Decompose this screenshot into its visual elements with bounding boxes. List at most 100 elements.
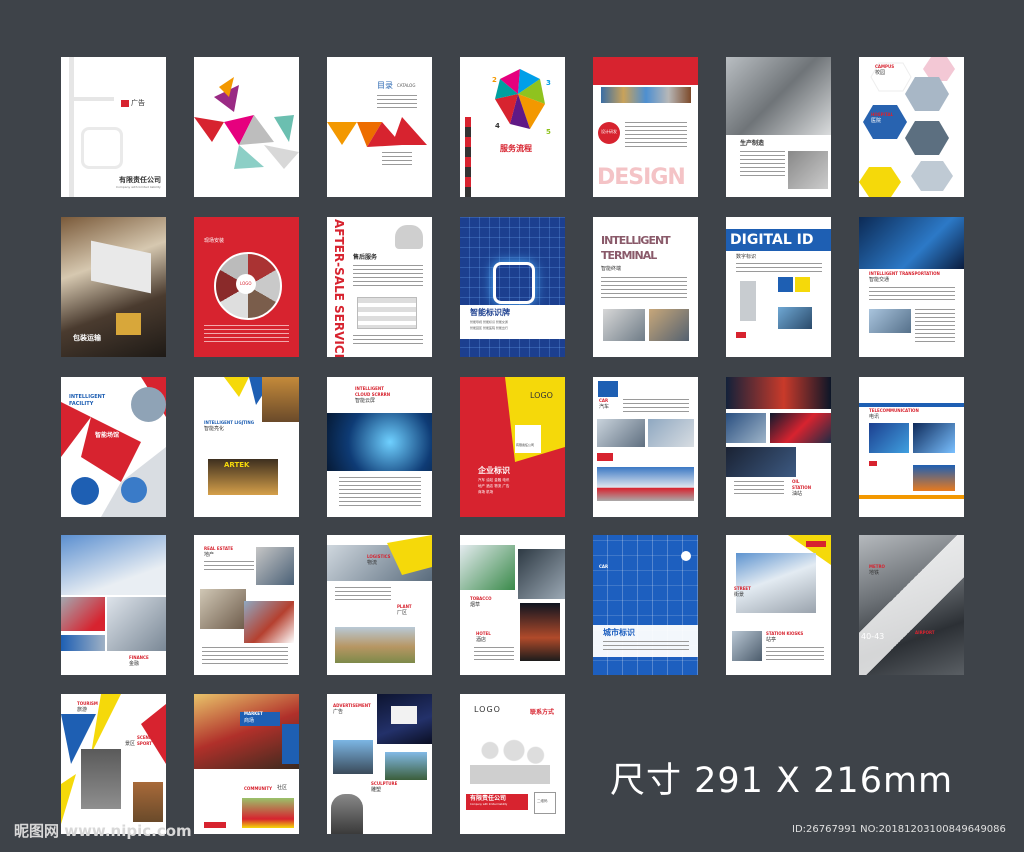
metro-en: METRO bbox=[869, 564, 885, 569]
hexagon-art-icon bbox=[859, 57, 955, 197]
page-transportation: INTELLIGENT TRANSPORTATION 智能交通 bbox=[859, 217, 964, 357]
lighting-title: 智能亮化 bbox=[204, 426, 225, 432]
page-real-estate: REAL ESTATE 地产 bbox=[194, 535, 299, 675]
corporate-title: 企业标识 bbox=[478, 466, 510, 475]
lighting-en: INTELLIGENT LIGJTING bbox=[204, 420, 255, 425]
contact-logo: LOGO bbox=[474, 705, 501, 714]
facility-en2: FACILITY bbox=[69, 401, 94, 407]
oil-en2: STATION bbox=[792, 485, 812, 490]
kiosk-title: 站亭 bbox=[766, 637, 777, 643]
smart-sign-title: 智能标识牌 bbox=[470, 308, 510, 317]
page-lighting: INTELLIGENT LIGJTING 智能亮化 ARTEK bbox=[194, 377, 299, 517]
campus-title: 校园 bbox=[875, 70, 886, 76]
page-logistics: LOGISTICS 物流 PLANT 厂区 bbox=[327, 535, 432, 675]
triangle-art-icon bbox=[327, 117, 427, 147]
cloud-photo bbox=[327, 413, 432, 471]
page-advertisement: ADVERTISEMENT 广告 SCULPTURE 雕塑 bbox=[327, 694, 432, 834]
market-title: 商场 bbox=[244, 718, 255, 724]
page-digital-id: DIGITAL ID 数字标识 bbox=[726, 217, 831, 357]
hospital-en: HOSPITAL bbox=[871, 112, 894, 117]
page-manufacturing: 生产制造 bbox=[726, 57, 831, 197]
telecom-en: TELECOMMUNICATION bbox=[869, 408, 919, 413]
page-facility: INTELLIGENT FACILITY 智能场馆 bbox=[61, 377, 166, 517]
contact-sub: Company with limited liability bbox=[470, 803, 508, 806]
tech-hand-photo bbox=[859, 217, 964, 269]
contact-title: 联系方式 bbox=[530, 709, 555, 716]
oil-title: 油站 bbox=[792, 491, 803, 497]
smart-sign-sub2: 智能园区 智能医院 智能出行 bbox=[470, 326, 508, 330]
digital-id-sub: 数字标识 bbox=[736, 254, 757, 260]
page-street: STREET 街景 STATION KIOSKS 站亭 bbox=[726, 535, 831, 675]
market-en: MARKET bbox=[244, 711, 263, 716]
page-catalog: 目录 CATALOG bbox=[327, 57, 432, 197]
company-sub: Company with limited liability bbox=[116, 185, 161, 189]
installation-title: 现场安装 bbox=[204, 238, 225, 244]
page-oil-station: OIL STATION 油站 bbox=[726, 377, 831, 517]
page-city-sign: CAR 城市标识 bbox=[593, 535, 698, 675]
company-name: 有限责任公司 bbox=[119, 176, 161, 184]
after-sale-vertical: AFTER-SALE SERVICE bbox=[332, 219, 346, 357]
city-car-en: CAR bbox=[599, 564, 609, 569]
scenic-title: 景区 bbox=[125, 741, 136, 747]
logistics-en: LOGISTICS bbox=[367, 554, 391, 559]
corporate-sub3: 商场 机场 bbox=[478, 490, 494, 494]
page-campus: CAMPUS 校园 HOSPITAL 医院 bbox=[859, 57, 964, 197]
tobacco-title: 烟草 bbox=[470, 602, 481, 608]
page-after-sale: AFTER-SALE SERVICE 售后服务 bbox=[327, 217, 432, 357]
kiosk-en: STATION KIOSKS bbox=[766, 631, 804, 636]
support-people-icon bbox=[470, 736, 550, 784]
watermark-logo-icon bbox=[81, 127, 123, 169]
sun-icon bbox=[681, 551, 691, 561]
facility-en1: INTELLIGENT bbox=[69, 394, 106, 400]
yellow-band-icon bbox=[387, 535, 432, 575]
terminal-title: 智能终端 bbox=[601, 266, 622, 272]
qr-label: 二维码 bbox=[537, 799, 548, 803]
transportation-en: INTELLIGENT TRANSPORTATION bbox=[869, 271, 940, 276]
smart-sign-sub1: 智能导视 智能标识 智能交通 bbox=[470, 320, 508, 324]
page-market: MARKET 商场 COMMUNITY 社区 bbox=[194, 694, 299, 834]
page-design: 设计研发 DESIGN bbox=[593, 57, 698, 197]
street-title: 街景 bbox=[734, 592, 745, 598]
transport-title: 包装运输 bbox=[73, 334, 101, 342]
page-tobacco: TOBACCO 烟草 HOTEL 酒店 bbox=[460, 535, 565, 675]
image-id-text: ID:26767991 NO:20181203100849649086 bbox=[792, 824, 1006, 835]
airport-title: 机场 bbox=[915, 636, 926, 642]
logistics-title: 物流 bbox=[367, 560, 378, 566]
corporate-sub2: 地产 酒店 物流 广告 bbox=[478, 484, 510, 488]
street-en: STREET bbox=[734, 586, 751, 591]
lighting-sign: ARTEK bbox=[224, 461, 250, 469]
page-telecom: TELECOMMUNICATION 电讯 bbox=[859, 377, 964, 517]
finance-title: 金融 bbox=[129, 661, 140, 667]
campus-en: CAMPUS bbox=[875, 64, 895, 69]
page-geometric bbox=[194, 57, 299, 197]
page-terminal: INTELLIGENT TERMINAL 智能终端 bbox=[593, 217, 698, 357]
car-en: CAR bbox=[599, 398, 609, 403]
brand-text: 广告 bbox=[131, 99, 145, 107]
corporate-card: 有限责任公司 bbox=[516, 443, 535, 447]
community-title: 社区 bbox=[277, 785, 288, 791]
transportation-title: 智能交通 bbox=[869, 277, 890, 283]
terminal-en1: INTELLIGENT bbox=[601, 234, 671, 247]
ad-en: ADVERTISEMENT bbox=[333, 703, 371, 708]
page-tourism: TOURISM 旅游 SCENIC 景区 SPORT bbox=[61, 694, 166, 834]
telecom-title: 电讯 bbox=[869, 414, 880, 420]
tobacco-en: TOBACCO bbox=[470, 596, 492, 601]
metro-title: 地铁 bbox=[869, 570, 880, 576]
hotel-en: HOTEL bbox=[476, 631, 491, 636]
ad-title: 广告 bbox=[333, 709, 344, 715]
hotel-title: 酒店 bbox=[476, 637, 487, 643]
machine-photo bbox=[726, 57, 831, 135]
sport-en: SPORT bbox=[137, 741, 152, 746]
chip-logo-icon bbox=[493, 262, 535, 304]
cloud-en1: INTELLIGENT bbox=[355, 386, 384, 391]
estate-title: 地产 bbox=[204, 552, 215, 558]
logo-icon bbox=[121, 100, 129, 107]
city-sign-title: 城市标识 bbox=[603, 628, 635, 637]
page-corporate-id: 有限责任公司 LOGO 企业标识 汽车 油站 金融 电讯 地产 酒店 物流 广告… bbox=[460, 377, 565, 517]
page-transport: 包装运输 bbox=[61, 217, 166, 357]
after-sale-title: 售后服务 bbox=[353, 254, 378, 261]
sculpture-title: 雕塑 bbox=[371, 787, 382, 793]
size-label: 尺寸 291 X 216mm bbox=[610, 761, 954, 801]
installation-logo: LOGO bbox=[240, 281, 252, 286]
digital-id-title: DIGITAL ID bbox=[730, 232, 814, 248]
